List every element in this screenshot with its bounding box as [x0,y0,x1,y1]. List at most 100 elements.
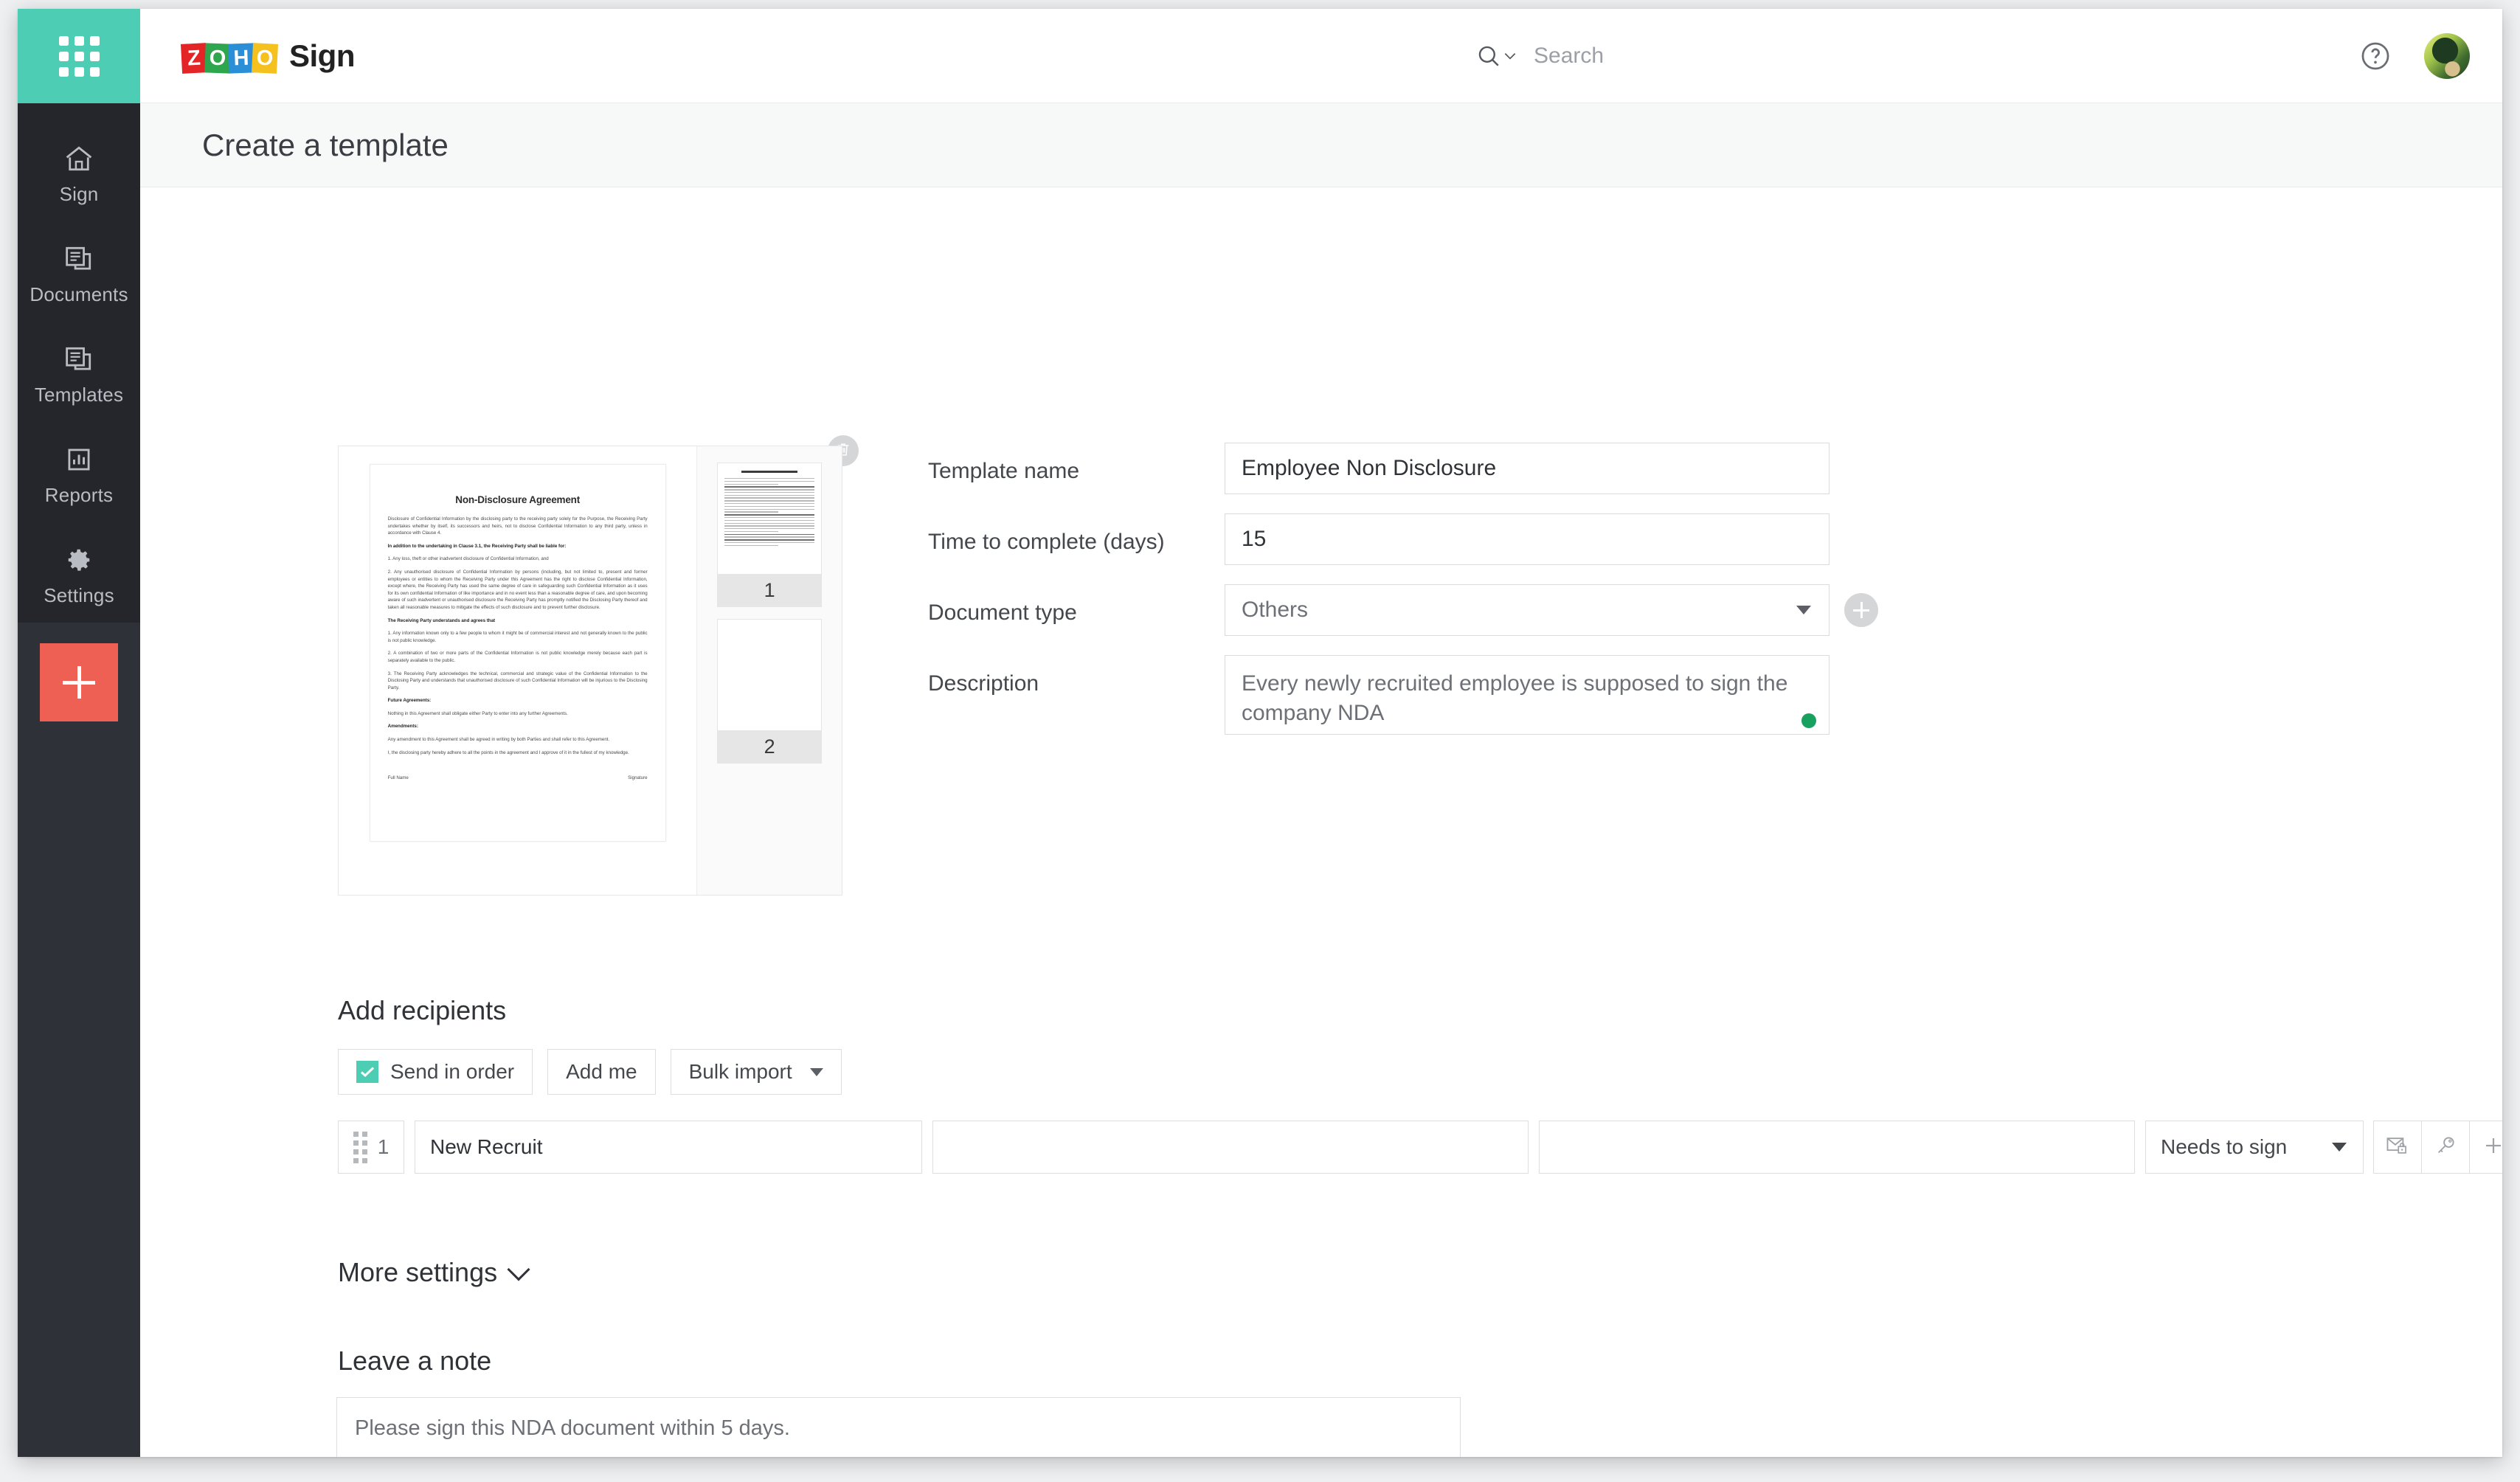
sidebar-item-templates[interactable]: Templates [18,325,140,425]
email-lock-button[interactable] [2373,1121,2422,1174]
recipient-name-input[interactable] [415,1121,922,1174]
recipient-action-select[interactable]: Needs to sign [2145,1121,2364,1174]
signature-line: Full Name Signature [388,775,648,780]
sidebar-item-label: Sign [59,182,99,205]
description-label: Description [928,671,1039,696]
recipient-extra-input[interactable] [1539,1121,2135,1174]
sidebar-item-sign[interactable]: Sign [18,124,140,224]
template-name-input[interactable] [1225,443,1830,494]
signature-label: Signature [628,775,648,781]
add-me-label: Add me [566,1060,637,1083]
access-code-button[interactable] [2421,1121,2470,1174]
search-input[interactable] [1534,43,1917,69]
thumbnail-page-content [718,620,822,730]
plus-icon [2482,1135,2502,1160]
add-me-button[interactable]: Add me [547,1049,656,1095]
sidebar-item-label: Templates [34,383,124,406]
brand-product-name: Sign [289,38,356,73]
home-icon [63,143,95,174]
description-textarea[interactable]: Every newly recruited employee is suppos… [1225,655,1830,735]
documents-icon [63,243,95,274]
form-row-description: Description Every newly recruited employ… [928,655,1878,738]
document-paragraph: Future Agreements: [387,698,432,704]
more-settings-label: More settings [338,1257,498,1287]
page-header: Create a template [140,103,2502,187]
email-lock-icon [2386,1135,2409,1160]
sidebar-item-settings[interactable]: Settings [18,525,140,626]
preview-main-page[interactable]: Non-Disclosure Agreement Disclosure of C… [339,446,696,895]
thumbnail-page-number: 1 [718,574,822,606]
avatar[interactable] [2424,32,2470,79]
top-bar: ZOHO Sign [140,9,2502,103]
document-paragraph: Any amendment to this Agreement shall be… [387,737,610,743]
note-box: Please sign this NDA document within 5 d… [336,1397,1461,1457]
recipient-email-input[interactable] [932,1121,1529,1174]
drag-dots-icon [353,1131,367,1163]
brand[interactable]: ZOHO Sign [180,38,356,74]
gear-icon [63,544,95,575]
create-new-button[interactable] [40,643,118,721]
document-paragraph: 1. Any loss, theft or other inadvertent … [387,556,549,562]
time-to-complete-label: Time to complete (days) [928,530,1165,554]
document-paragraph: 1. Any information known only to a few p… [387,631,648,643]
bulk-import-button[interactable]: Bulk import [670,1049,842,1095]
leave-a-note-heading: Leave a note [338,1346,492,1376]
bulk-import-label: Bulk import [688,1060,792,1083]
document-preview: Non-Disclosure Agreement Disclosure of C… [338,446,842,896]
full-name-label: Full Name [387,775,409,781]
templates-icon [63,344,95,375]
main-content: Non-Disclosure Agreement Disclosure of C… [140,187,2502,1457]
zoho-letter-o2: O [251,42,279,74]
form-row-template-name: Template name [928,443,1878,494]
form-row-document-type: Document type Others [928,584,1878,636]
search-area [1476,43,1917,69]
document-paragraph: The Receiving Party understands and agre… [387,617,496,623]
sidebar-item-reports[interactable]: Reports [18,425,140,525]
document-paragraph: Disclosure of Confidential Information b… [387,516,648,536]
zoho-letter-h: H [228,42,255,74]
zoho-letter-o1: O [204,42,231,74]
sidebar-item-label: Reports [44,483,114,506]
recipient-options-row: Send in order Add me Bulk import [338,1049,842,1095]
checkbox-checked-icon [356,1061,378,1083]
recipient-row: 1 Needs to sign [338,1121,2502,1174]
apps-grid-button[interactable] [18,9,140,103]
more-settings-toggle[interactable]: More settings [338,1257,530,1288]
thumbnail-page-content [718,463,822,574]
page-thumbnail[interactable]: 2 [717,619,823,763]
document-type-select[interactable]: Others [1225,584,1830,636]
add-document-type-button[interactable] [1844,593,1878,627]
chevron-down-icon [2332,1143,2347,1152]
description-wrapper: Every newly recruited employee is suppos… [1225,655,1830,738]
top-right-actions [2359,32,2470,79]
document-type-value: Others [1242,598,1309,622]
page-title: Create a template [202,127,449,162]
recipient-order-number: 1 [377,1135,390,1158]
template-name-label: Template name [928,459,1080,483]
recipient-drag-handle[interactable]: 1 [338,1121,404,1174]
page-thumbnail-list: 1 2 [696,446,842,895]
search-icon[interactable] [1476,44,1516,69]
help-circle-icon[interactable] [2359,40,2392,72]
document-paragraph: In addition to the undertaking in Clause… [387,543,567,549]
note-textarea[interactable]: Please sign this NDA document within 5 d… [337,1398,1460,1457]
chevron-down-icon [809,1067,823,1076]
add-recipient-button[interactable] [2469,1121,2502,1174]
sidebar-item-label: Documents [30,283,128,305]
form-row-time-to-complete: Time to complete (days) [928,513,1878,565]
sidebar-nav: Sign Documents Templates Reports Setting… [18,103,140,626]
chevron-down-icon [507,1258,530,1281]
document-title: Non-Disclosure Agreement [455,494,581,505]
document-paragraph: 3. The Receiving Party acknowledges the … [387,671,648,690]
sidebar-item-label: Settings [44,584,114,606]
recipient-action-icons [2373,1121,2502,1174]
thumbnail-page-number: 2 [718,730,822,763]
left-sidebar: Sign Documents Templates Reports Setting… [18,9,140,1457]
time-to-complete-input[interactable] [1225,513,1830,565]
sidebar-item-documents[interactable]: Documents [18,224,140,325]
app-window: Sign Documents Templates Reports Setting… [18,9,2502,1457]
send-in-order-toggle[interactable]: Send in order [338,1049,533,1095]
page-thumbnail[interactable]: 1 [717,463,823,607]
document-paragraph: Nothing in this Agreement shall obligate… [387,710,568,716]
add-recipients-heading: Add recipients [338,995,507,1025]
